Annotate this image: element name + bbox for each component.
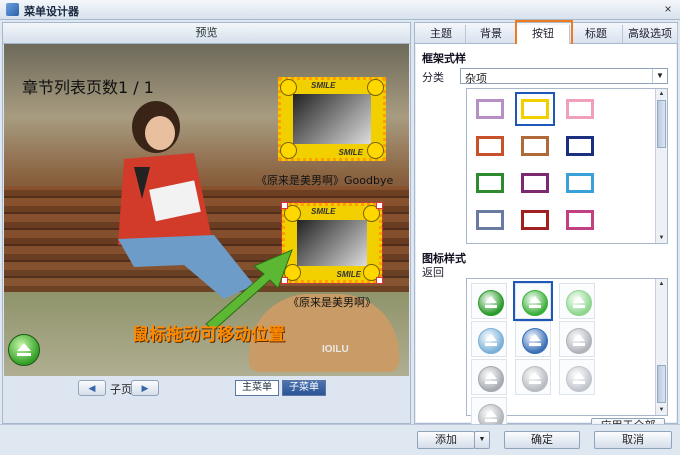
window-title: 菜单设计器 — [24, 6, 79, 18]
frame-style-thumbnail[interactable] — [563, 169, 597, 197]
scroll-up-icon[interactable]: ▲ — [656, 279, 667, 289]
cancel-button[interactable]: 取消 — [594, 431, 672, 449]
frame-grid-scrollbar[interactable]: ▲ ▼ — [655, 89, 667, 243]
return-grey-icon[interactable] — [559, 321, 595, 357]
icon-grid-scrollbar[interactable]: ▲ ▼ — [655, 279, 667, 415]
return-grey-icon[interactable] — [559, 359, 595, 395]
frame-style-thumbnail[interactable] — [473, 169, 507, 197]
prev-page-button[interactable]: ◀ — [78, 380, 106, 396]
category-value: 杂项 — [465, 73, 487, 85]
frame-style-thumbnail[interactable] — [518, 169, 552, 197]
button-settings: 框架式样 分类 杂项 ▼ ▲ ▼ 图标样式 返回 ▲ ▼ 应用于全部 — [416, 44, 676, 435]
preview-pane: 预览 章节列表页数1 / 1 SMILE SMILE 《原来是美男啊》Goodb… — [2, 22, 411, 424]
frame-preview — [476, 99, 504, 119]
category-label: 分类 — [422, 72, 444, 84]
add-button[interactable]: 添加 — [417, 431, 475, 449]
frame-style-thumbnail[interactable] — [473, 206, 507, 234]
scroll-up-icon[interactable]: ▲ — [656, 89, 667, 99]
return-button-icon[interactable] — [8, 334, 40, 366]
icon-style-grid: ▲ ▼ — [466, 278, 668, 433]
scroll-thumb[interactable] — [657, 365, 666, 403]
frame-preview — [566, 99, 594, 119]
frame-preview — [521, 136, 549, 156]
frame-style-thumbnail[interactable] — [518, 206, 552, 234]
preview-header: 预览 — [3, 23, 410, 44]
watermark-logo: IOILU — [322, 344, 349, 355]
frame-style-thumbnail[interactable] — [563, 132, 597, 160]
resize-handle[interactable] — [376, 277, 383, 284]
return-grey-icon[interactable] — [471, 359, 507, 395]
chapter-caption-2[interactable]: 《原来是美男啊》 — [288, 294, 376, 310]
drag-hint-text: 鼠标拖动可移动位置 — [132, 325, 285, 345]
frame-style-thumbnail[interactable] — [473, 95, 507, 123]
frame-style-thumbnail[interactable] — [518, 132, 552, 160]
title-bar: 菜单设计器 × — [0, 0, 680, 20]
scroll-thumb[interactable] — [657, 100, 666, 148]
frame-photo — [293, 94, 371, 144]
page-label: 章节列表页数1 / 1 — [22, 78, 154, 97]
return-green-dark-icon[interactable] — [471, 283, 507, 319]
app-icon — [6, 3, 19, 16]
close-icon[interactable]: × — [660, 2, 676, 16]
frame-preview — [521, 173, 549, 193]
frame-preview — [566, 136, 594, 156]
next-page-button[interactable]: ▶ — [131, 380, 159, 396]
frame-style-thumbnail[interactable] — [563, 206, 597, 234]
settings-tabs: 主题 背景 按钮 标题 高级选项 — [415, 20, 678, 49]
frame-preview — [566, 210, 594, 230]
return-blue-square-icon[interactable] — [471, 321, 507, 357]
return-blue-arrow-icon[interactable] — [515, 321, 551, 357]
bottom-bar: 添加 ▼ 确定 取消 — [0, 424, 680, 455]
frame-style-thumbnail[interactable] — [563, 95, 597, 123]
tab-advanced[interactable]: 高级选项 — [623, 25, 678, 43]
resize-handle[interactable] — [376, 202, 383, 209]
frame-label-bottom: SMILE — [338, 148, 363, 157]
frame-photo — [297, 220, 367, 266]
resize-handle[interactable] — [281, 202, 288, 209]
subpage-label: 子页 — [110, 384, 132, 396]
frame-label-top: SMILE — [311, 207, 336, 216]
category-select[interactable]: 杂项 ▼ — [460, 68, 668, 85]
frame-style-thumbnail[interactable] — [473, 132, 507, 160]
frame-style-title: 框架式样 — [422, 53, 466, 65]
preview-canvas[interactable]: 章节列表页数1 / 1 SMILE SMILE 《原来是美男啊》Goodbye … — [4, 44, 409, 376]
tab-theme[interactable]: 主题 — [417, 25, 466, 43]
smile-icon — [367, 79, 384, 96]
smile-icon — [367, 142, 384, 159]
smile-icon — [280, 142, 297, 159]
frame-preview — [566, 173, 594, 193]
frame-label-bottom: SMILE — [336, 270, 361, 279]
tab-title[interactable]: 标题 — [570, 25, 623, 43]
return-green-light-icon[interactable] — [559, 283, 595, 319]
frame-preview — [521, 99, 549, 119]
ok-button[interactable]: 确定 — [504, 431, 580, 449]
return-green-mid-icon[interactable] — [513, 281, 553, 321]
frame-preview — [521, 210, 549, 230]
sub-menu-tab[interactable]: 子菜单 — [282, 380, 326, 396]
scroll-down-icon[interactable]: ▼ — [656, 405, 667, 415]
frame-style-thumbnail[interactable] — [515, 92, 555, 126]
add-dropdown-icon[interactable]: ▼ — [474, 431, 490, 449]
smile-icon — [280, 79, 297, 96]
frame-style-grid: ▲ ▼ — [466, 88, 668, 244]
frame-preview — [476, 136, 504, 156]
settings-pane: 主题 背景 按钮 标题 高级选项 框架式样 分类 杂项 ▼ ▲ ▼ 图标样式 返… — [414, 20, 678, 435]
frame-label-top: SMILE — [311, 81, 336, 90]
return-grey-icon[interactable] — [515, 359, 551, 395]
tab-background[interactable]: 背景 — [466, 25, 517, 43]
chevron-down-icon[interactable]: ▼ — [652, 69, 667, 83]
chapter-caption-1[interactable]: 《原来是美男啊》Goodbye — [256, 172, 393, 188]
main-menu-tab[interactable]: 主菜单 — [235, 380, 279, 396]
frame-preview — [476, 210, 504, 230]
chapter-frame-1[interactable]: SMILE SMILE — [278, 77, 386, 161]
scroll-down-icon[interactable]: ▼ — [656, 233, 667, 243]
icon-style-subtitle: 返回 — [422, 267, 444, 279]
frame-preview — [476, 173, 504, 193]
drag-hint-arrow-icon — [205, 249, 293, 330]
